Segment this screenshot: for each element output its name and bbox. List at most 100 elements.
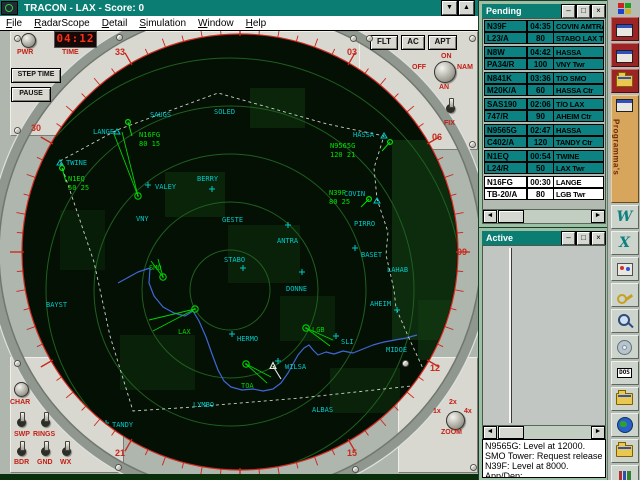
flight-route: TWINE xyxy=(554,150,604,162)
folder-icon[interactable] xyxy=(611,439,639,463)
scroll-left-arrow[interactable]: ◄ xyxy=(483,426,497,439)
bottom-edge xyxy=(0,474,478,480)
waypoint-label: VALEY xyxy=(155,183,177,191)
close-icon[interactable]: × xyxy=(592,232,605,245)
pending-flight-row[interactable]: N1EQ00:54TWINEL24/R50LAX Twr xyxy=(484,150,604,174)
program-group-icon[interactable] xyxy=(611,43,639,67)
scroll-left-arrow[interactable]: ◄ xyxy=(483,210,497,223)
swp-switch[interactable] xyxy=(17,418,26,427)
names-mode-knob[interactable] xyxy=(434,61,456,83)
flight-altitude: 100 xyxy=(527,58,554,70)
close-icon[interactable]: × xyxy=(592,5,605,18)
scroll-thumb[interactable] xyxy=(498,426,524,439)
pwr-knob[interactable] xyxy=(21,33,36,48)
menu-item-detail[interactable]: Detail xyxy=(96,17,134,30)
flight-route: LANGE xyxy=(554,176,604,188)
waypoint-label: AHEIM xyxy=(370,300,391,308)
pending-flight-row[interactable]: N8W04:42HASSAPA34/R100VNY Twr xyxy=(484,46,604,70)
flight-type: C402/A xyxy=(484,136,527,148)
restore-icon[interactable]: □ xyxy=(577,5,590,18)
search-icon[interactable] xyxy=(611,309,639,333)
program-group-icon[interactable] xyxy=(611,69,639,93)
char-knob[interactable] xyxy=(14,382,29,397)
pending-flight-row[interactable]: N16FG00:30LANGETB-20/A80LGB Twr xyxy=(484,176,604,200)
minimize-icon[interactable]: – xyxy=(562,5,575,18)
system-menu-icon[interactable] xyxy=(1,1,18,15)
pending-scrollbar[interactable]: ◄ ► xyxy=(482,209,606,224)
ac-button[interactable]: AC xyxy=(401,35,425,50)
menu-item-simulation[interactable]: Simulation xyxy=(133,17,192,30)
active-window: Active – □ × ◄ ► N9565G: Level at 12000.… xyxy=(478,227,610,480)
key-icon[interactable] xyxy=(611,283,639,307)
flight-altitude: 80 xyxy=(527,32,554,44)
pause-button[interactable]: PAUSE xyxy=(11,87,51,102)
step-time-button[interactable]: STEP TIME xyxy=(11,68,61,83)
pending-flight-row[interactable]: SAS19002:06T/O LAX747/R90AHEIM Ctr xyxy=(484,98,604,122)
excel-icon[interactable]: X xyxy=(611,231,639,255)
active-flight-list[interactable] xyxy=(482,245,606,426)
radio-log[interactable]: N9565G: Level at 12000.SMO Tower: Reques… xyxy=(482,439,606,478)
aircraft-tag-callsign[interactable]: N1EQ xyxy=(68,175,85,183)
scroll-right-arrow[interactable]: ► xyxy=(591,426,605,439)
screw xyxy=(116,34,123,41)
menu-item-file[interactable]: File xyxy=(0,17,28,30)
apt-button[interactable]: APT xyxy=(428,35,457,50)
aircraft-tag-callsign[interactable]: N9565G xyxy=(330,142,355,150)
menu-item-radarscope[interactable]: RadarScope xyxy=(28,17,96,30)
waypoint-label: LYMBO xyxy=(193,401,214,409)
flight-callsign: N9565G xyxy=(484,124,527,136)
mode-on-label: ON xyxy=(441,53,452,60)
gnd-label: GND xyxy=(37,459,53,466)
menu-item-window[interactable]: Window xyxy=(192,17,240,30)
scroll-right-arrow[interactable]: ► xyxy=(591,210,605,223)
dos-icon[interactable]: DOS xyxy=(611,361,639,385)
program-launcher-strip: Programma's WX DOS xyxy=(607,0,640,480)
pending-title-bar[interactable]: Pending – □ × xyxy=(482,4,606,18)
pending-flight-row[interactable]: N39F04:35COVIN AMTRAL23/A80STABO LAX Twr xyxy=(484,20,604,44)
word-icon[interactable]: W xyxy=(611,205,639,229)
flight-type: M20K/A xyxy=(484,84,527,96)
pending-flight-row[interactable]: N841K03:36T/O SMOM20K/A60HASSA Ctr xyxy=(484,72,604,96)
program-group-icon[interactable] xyxy=(611,17,639,41)
flight-type: PA34/R xyxy=(484,58,527,70)
gnd-switch[interactable] xyxy=(41,447,50,456)
compass-number: 12 xyxy=(430,363,440,373)
title-bar[interactable]: TRACON - LAX - Score: 0 ▼ ▲ xyxy=(0,0,478,16)
radar-scope-display[interactable]: SAUGSLANGESOLEDTWINEVALEYVNYBERRYGESTEAN… xyxy=(0,0,478,480)
restore-icon[interactable]: □ xyxy=(577,232,590,245)
programmas-group-icon[interactable]: Programma's xyxy=(611,95,639,203)
minimize-icon[interactable]: – xyxy=(562,232,575,245)
rings-switch[interactable] xyxy=(41,418,50,427)
zoom-knob[interactable] xyxy=(446,411,465,430)
pending-flight-row[interactable]: N9565G02:47HASSAC402/A120TANDY Ctr xyxy=(484,124,604,148)
wx-switch[interactable] xyxy=(62,447,71,456)
rings-label: RINGS xyxy=(33,431,55,438)
scroll-thumb[interactable] xyxy=(498,210,524,223)
programmas-group-label: Programma's xyxy=(612,119,621,175)
cd-icon[interactable] xyxy=(611,335,639,359)
active-title: Active xyxy=(486,233,513,243)
paint-icon[interactable] xyxy=(611,257,639,281)
flight-type: L23/A xyxy=(484,32,527,44)
bdr-switch[interactable] xyxy=(17,447,26,456)
folder-icon[interactable] xyxy=(611,387,639,411)
flight-route: T/O SMO xyxy=(554,72,604,84)
pending-flight-list[interactable]: N39F04:35COVIN AMTRAL23/A80STABO LAX Twr… xyxy=(482,18,606,210)
active-title-bar[interactable]: Active – □ × xyxy=(482,231,606,245)
globe-icon[interactable] xyxy=(611,413,639,437)
aircraft-tag-callsign[interactable]: N39F xyxy=(329,189,346,197)
active-scrollbar[interactable]: ◄ ► xyxy=(482,425,606,440)
maximize-button[interactable]: ▲ xyxy=(459,1,474,15)
waypoint-label: HASSA xyxy=(353,131,375,139)
minimize-button[interactable]: ▼ xyxy=(442,1,457,15)
fix-label: FIX xyxy=(444,120,455,127)
books-icon[interactable] xyxy=(611,465,639,480)
fix-switch[interactable] xyxy=(446,104,455,113)
waypoint-label: COVIN xyxy=(344,190,365,198)
flight-time: 00:54 xyxy=(527,150,554,162)
flt-button[interactable]: FLT xyxy=(370,35,398,50)
flight-callsign: N16FG xyxy=(484,176,527,188)
menu-item-help[interactable]: Help xyxy=(240,17,273,30)
screw xyxy=(402,360,409,367)
aircraft-tag-callsign[interactable]: N16FG xyxy=(139,131,160,139)
